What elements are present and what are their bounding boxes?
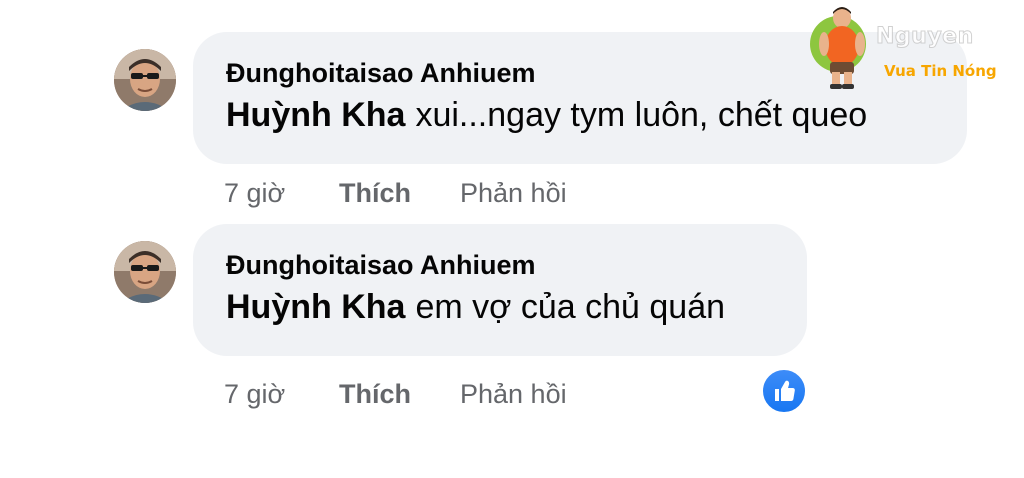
- like-button[interactable]: Thích: [339, 376, 460, 412]
- comment-body: Huỳnh Kha xui...ngay tym luôn, chết queo: [226, 94, 943, 136]
- mascot-icon: [810, 7, 866, 89]
- comment-body: Huỳnh Kha em vợ của chủ quán: [226, 286, 783, 328]
- avatar[interactable]: [114, 241, 176, 303]
- mention-link[interactable]: Huỳnh Kha: [226, 288, 405, 326]
- reply-button[interactable]: Phản hồi: [460, 175, 567, 211]
- like-button[interactable]: Thích: [339, 175, 460, 211]
- like-reaction-icon[interactable]: [760, 367, 808, 415]
- comment-author[interactable]: Đunghoitaisao Anhiuem: [226, 248, 783, 282]
- comment-text: xui...ngay tym luôn, chết queo: [415, 96, 868, 134]
- comment-bubble: Đunghoitaisao Anhiuem Huỳnh Kha em vợ của…: [193, 224, 807, 356]
- reply-button[interactable]: Phản hồi: [460, 376, 567, 412]
- comment-actions: 7 giờ Thích Phản hồi: [224, 175, 567, 211]
- comment-thread: Đunghoitaisao Anhiuem Huỳnh Kha xui...nga…: [0, 0, 1024, 478]
- avatar[interactable]: [114, 49, 176, 111]
- comment-actions: 7 giờ Thích Phản hồi: [224, 376, 567, 412]
- comment-timestamp[interactable]: 7 giờ: [224, 376, 339, 412]
- watermark-logo: Nguyen Vua Tin Nóng: [808, 6, 1018, 92]
- watermark-brand: Nguyen: [876, 24, 974, 50]
- comment-text: em vợ của chủ quán: [415, 288, 726, 326]
- comment-item: Đunghoitaisao Anhiuem Huỳnh Kha em vợ của…: [0, 224, 1024, 415]
- watermark-tagline: Vua Tin Nóng: [884, 62, 997, 80]
- mention-link[interactable]: Huỳnh Kha: [226, 96, 405, 134]
- comment-timestamp[interactable]: 7 giờ: [224, 175, 339, 211]
